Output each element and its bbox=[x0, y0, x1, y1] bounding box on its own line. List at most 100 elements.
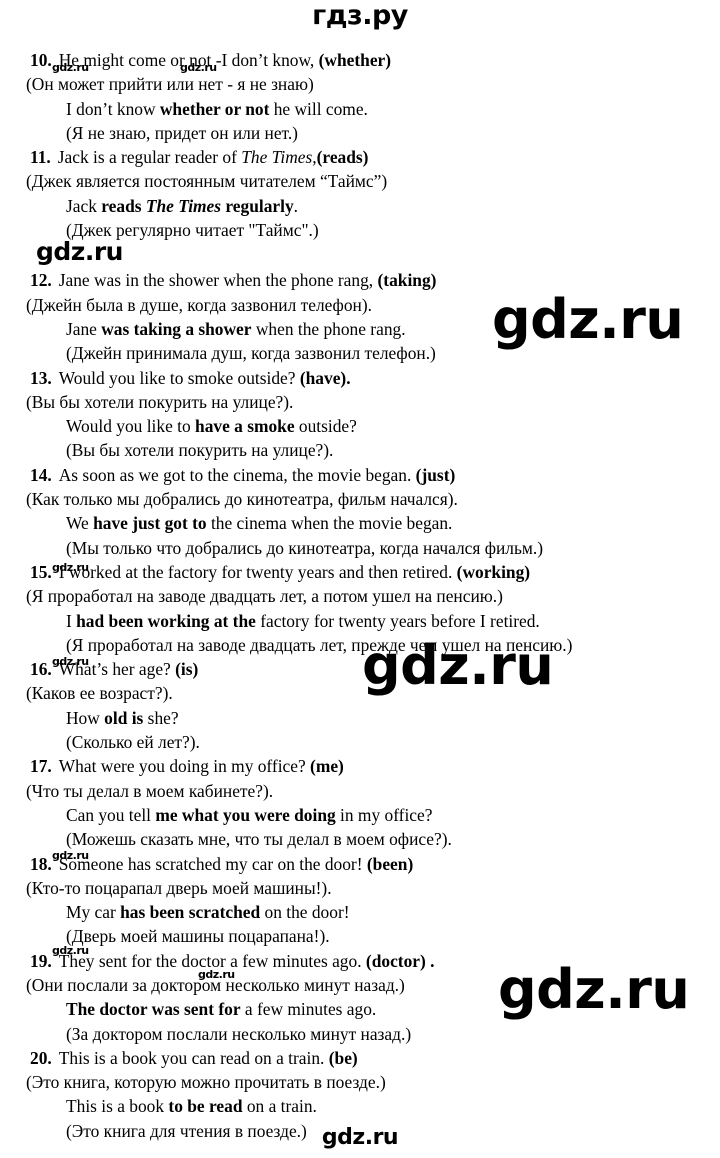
exercise-number: 10. bbox=[30, 50, 52, 70]
answer-post: . bbox=[293, 195, 299, 216]
exercise-answer-line: Jack reads The Times regularly. bbox=[30, 194, 698, 218]
exercise-answer-line: I don’t know whether or not he will come… bbox=[30, 97, 698, 121]
exercise-prompt-line: 14. As soon as we got to the cinema, the … bbox=[30, 463, 698, 487]
exercise-prompt-ru: (Джек является постоянным читателем “Тай… bbox=[26, 171, 388, 192]
exercise-prompt-line: 13. Would you like to smoke outside? (hav… bbox=[30, 366, 698, 390]
exercise-answer-line: This is a book to be read on a train. bbox=[30, 1094, 698, 1118]
exercise-prompt-ru: (Что ты делал в моем кабинете?). bbox=[26, 780, 274, 801]
exercise-answer-line: My car has been scratched on the door! bbox=[30, 900, 698, 924]
site-logo-header[interactable]: гдз.ру bbox=[0, 0, 720, 31]
exercise-hint: (reads) bbox=[316, 147, 369, 168]
exercise-answer-ru: (Мы только что добрались до кинотеатра, … bbox=[66, 537, 544, 558]
exercise-answer-line: Would you like to have a smoke outside? bbox=[30, 414, 698, 438]
answer-post: when the phone rang. bbox=[251, 318, 406, 339]
site-logo-footer[interactable]: gdz.ru bbox=[0, 1125, 720, 1150]
exercise-prompt-en: Jack is a regular reader of bbox=[57, 147, 242, 168]
exercise-prompt-en: They sent for the doctor a few minutes a… bbox=[58, 950, 362, 971]
exercise-prompt-line: 15. I worked at the factory for twenty ye… bbox=[30, 560, 698, 584]
exercise-answer-line: Can you tell me what you were doing in m… bbox=[30, 803, 698, 827]
exercise-hint: (be) bbox=[328, 1047, 358, 1068]
answer-post: a few minutes ago. bbox=[240, 999, 377, 1020]
exercise-number: 11. bbox=[30, 147, 51, 168]
exercise-prompt-en: Would you like to smoke outside? bbox=[58, 367, 296, 388]
exercise-prompt-line: 12. Jane was in the shower when the phone… bbox=[30, 268, 698, 292]
answer-bold-italic: The Times bbox=[145, 195, 222, 216]
answer-pre: This is a book bbox=[66, 1096, 169, 1117]
exercise-item: 14. As soon as we got to the cinema, the … bbox=[26, 463, 698, 560]
answer-post: factory for twenty years before I retire… bbox=[255, 610, 540, 631]
exercise-hint: (is) bbox=[175, 659, 199, 680]
answer-post: on the door! bbox=[260, 902, 350, 923]
exercise-number: 19. bbox=[30, 950, 52, 971]
exercise-prompt-line: 20. This is a book you can read on a trai… bbox=[30, 1046, 698, 1070]
exercise-list: 10. He might come or not -I don’t know, (… bbox=[26, 48, 698, 1143]
exercise-number: 13. bbox=[30, 367, 52, 388]
exercise-prompt-ru: (Вы бы хотели покурить на улице?). bbox=[26, 391, 294, 412]
exercise-item: 12. Jane was in the shower when the phone… bbox=[26, 268, 698, 365]
answer-bold: has been scratched bbox=[120, 902, 261, 923]
answer-pre: Can you tell bbox=[66, 804, 156, 825]
exercise-item: 19. They sent for the doctor a few minute… bbox=[26, 949, 698, 1046]
exercise-hint: (whether) bbox=[318, 50, 392, 70]
exercise-answer-line: Jane was taking a shower when the phone … bbox=[30, 317, 698, 341]
answer-pre: I don’t know bbox=[66, 98, 160, 119]
exercise-item: 16. What’s her age? (is) (Каков ее возрас… bbox=[26, 657, 698, 754]
exercise-prompt-line: 16. What’s her age? (is) bbox=[30, 657, 698, 681]
exercise-answer-ru: (Я не знаю, придет он или нет.) bbox=[66, 122, 298, 143]
exercise-prompt-ru: (Как только мы добрались до кинотеатра, … bbox=[26, 489, 458, 510]
answer-bold: old is bbox=[104, 707, 144, 728]
exercise-answer-line: We have just got to the cinema when the … bbox=[30, 511, 698, 535]
exercise-answer-ru: (Я проработал на заводе двадцать лет, пр… bbox=[66, 634, 573, 655]
exercise-prompt-line: 11. Jack is a regular reader of The Times… bbox=[30, 145, 698, 169]
exercise-prompt-line: 10. He might come or not -I don’t know, (… bbox=[30, 48, 698, 72]
exercise-prompt-ru: (Кто-то поцарапал дверь моей машины!). bbox=[26, 877, 332, 898]
answer-bold: was taking a shower bbox=[101, 318, 252, 339]
exercise-prompt-line: 18. Someone has scratched my car on the d… bbox=[30, 852, 698, 876]
exercise-answer-ru: (Можешь сказать мне, что ты делал в моем… bbox=[66, 829, 452, 850]
exercise-prompt-en: Jane was in the shower when the phone ra… bbox=[58, 270, 374, 291]
exercise-answer-line: I had been working at the factory for tw… bbox=[30, 609, 698, 633]
exercise-item: 18. Someone has scratched my car on the d… bbox=[26, 852, 698, 949]
exercise-hint: (taking) bbox=[377, 270, 437, 291]
exercise-number: 20. bbox=[30, 1047, 52, 1068]
exercise-prompt-en: As soon as we got to the cinema, the mov… bbox=[58, 464, 412, 485]
exercise-answer-ru: (Джек регулярно читает "Таймс".) bbox=[66, 220, 319, 241]
answer-pre: Jane bbox=[66, 318, 102, 339]
answer-bold: to be read bbox=[168, 1096, 243, 1117]
exercise-prompt-ru: (Они послали за доктором несколько минут… bbox=[26, 974, 405, 995]
answer-bold: have a smoke bbox=[195, 416, 295, 437]
exercise-prompt-ru: (Джейн была в душе, когда зазвонил телеф… bbox=[26, 294, 372, 315]
answer-pre: My car bbox=[66, 902, 121, 923]
answer-pre: Jack bbox=[66, 195, 102, 216]
exercise-item: 10. He might come or not -I don’t know, (… bbox=[26, 48, 698, 145]
exercise-hint: (been) bbox=[366, 853, 414, 874]
exercise-prompt-en: What were you doing in my office? bbox=[58, 756, 306, 777]
exercise-hint: (working) bbox=[456, 561, 531, 582]
exercise-number: 16. bbox=[30, 659, 52, 680]
answer-pre: We bbox=[66, 513, 94, 534]
exercise-prompt-line: 17. What were you doing in my office? (me… bbox=[30, 754, 698, 778]
exercise-answer-ru: (Джейн принимала душ, когда зазвонил тел… bbox=[66, 343, 436, 364]
exercise-hint: (have). bbox=[299, 367, 351, 388]
exercise-prompt-ru: (Это книга, которую можно прочитать в по… bbox=[26, 1072, 386, 1093]
exercise-prompt-en: I worked at the factory for twenty years… bbox=[58, 561, 453, 582]
answer-post: outside? bbox=[294, 416, 357, 437]
exercise-hint: (just) bbox=[415, 464, 456, 485]
exercise-item: 13. Would you like to smoke outside? (hav… bbox=[26, 366, 698, 463]
answer-post: the cinema when the movie began. bbox=[206, 513, 453, 534]
exercise-prompt-en-italic: The Times, bbox=[241, 147, 317, 168]
answer-bold2: regularly bbox=[221, 195, 294, 216]
exercise-number: 15. bbox=[30, 561, 52, 582]
exercise-answer-line: How old is she? bbox=[30, 706, 698, 730]
exercise-prompt-ru: (Каков ее возраст?). bbox=[26, 683, 173, 704]
answer-pre: I bbox=[66, 610, 77, 631]
exercise-answer-ru: (За доктором послали несколько минут наз… bbox=[66, 1023, 412, 1044]
exercise-number: 18. bbox=[30, 853, 52, 874]
exercise-prompt-en: He might come or not -I don’t know, bbox=[58, 50, 315, 70]
answer-post: he will come. bbox=[269, 98, 368, 119]
exercise-answer-line: The doctor was sent for a few minutes ag… bbox=[30, 997, 698, 1021]
exercise-prompt-ru: (Он может прийти или нет - я не знаю) bbox=[26, 74, 314, 95]
answer-post: on a train. bbox=[242, 1096, 317, 1117]
answer-post: in my office? bbox=[335, 804, 433, 825]
